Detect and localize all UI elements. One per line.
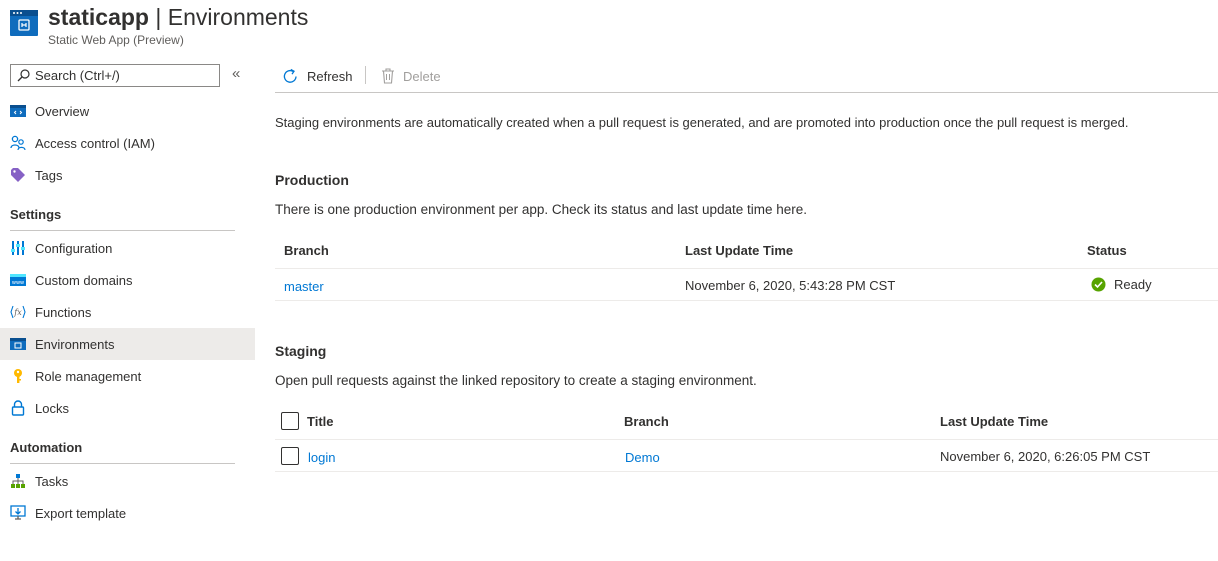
sidebar-item-locks[interactable]: Locks: [0, 392, 255, 424]
blade-title: Environments: [167, 4, 309, 30]
staging-branch-link[interactable]: Demo: [625, 450, 660, 465]
sidebar-item-access-control[interactable]: Access control (IAM): [0, 127, 255, 159]
sidebar-item-label: Tasks: [35, 474, 69, 489]
sidebar-divider: [10, 463, 235, 464]
status-label: Ready: [1114, 277, 1152, 292]
refresh-button[interactable]: Refresh: [282, 65, 353, 87]
sidebar-item-label: Functions: [35, 305, 92, 320]
staging-heading: Staging: [275, 343, 327, 359]
sidebar-item-label: Export template: [35, 506, 127, 521]
app-name: staticapp: [48, 4, 149, 30]
production-description: There is one production environment per …: [275, 202, 808, 217]
delete-label: Delete: [403, 68, 441, 84]
sidebar-item-label: Role management: [35, 369, 142, 384]
trash-icon: [382, 68, 394, 84]
delete-button[interactable]: Delete: [381, 65, 441, 87]
sidebar-item-functions[interactable]: fx Functions: [0, 296, 255, 328]
key-icon: [10, 368, 26, 384]
sidebar-item-label: Configuration: [35, 241, 113, 256]
sidebar-item-environments[interactable]: Environments: [0, 328, 255, 360]
search-icon: [17, 69, 30, 82]
column-header-branch: Branch: [624, 414, 669, 429]
staging-title-link[interactable]: login: [308, 450, 335, 465]
title-separator: |: [148, 4, 168, 30]
production-last-update: November 6, 2020, 5:43:28 PM CST: [685, 278, 896, 293]
export-template-icon: [10, 505, 26, 521]
column-header-status: Status: [1087, 243, 1127, 258]
sidebar-item-label: Locks: [35, 401, 69, 416]
sidebar-item-label: Environments: [35, 337, 115, 352]
sidebar-item-configuration[interactable]: Configuration: [0, 232, 255, 264]
page-description: Staging environments are automatically c…: [275, 115, 1129, 130]
tasks-icon: [10, 473, 26, 489]
sidebar-item-overview[interactable]: Overview: [0, 95, 255, 127]
column-header-branch: Branch: [284, 243, 329, 258]
column-header-last-update: Last Update Time: [685, 243, 794, 258]
refresh-label: Refresh: [307, 68, 353, 84]
row-checkbox[interactable]: [281, 447, 299, 465]
collapse-sidebar-icon[interactable]: «: [232, 66, 246, 82]
sidebar-item-export-template[interactable]: Export template: [0, 497, 255, 529]
production-branch-link[interactable]: master: [284, 279, 324, 294]
svg-text:www: www: [12, 280, 24, 286]
www-icon: www: [10, 272, 26, 288]
resource-type-subtitle: Static Web App (Preview): [48, 33, 184, 47]
search-input[interactable]: [35, 68, 205, 83]
status-badge: Ready: [1091, 277, 1152, 292]
tag-icon: [10, 167, 26, 183]
command-bar: Refresh Delete: [275, 59, 1218, 93]
table-divider: [275, 268, 1218, 269]
table-divider: [275, 300, 1218, 301]
select-all-checkbox[interactable]: [281, 412, 299, 430]
people-icon: [10, 135, 26, 151]
sidebar-item-label: Custom domains: [35, 273, 133, 288]
table-divider: [275, 439, 1218, 440]
svg-text:fx: fx: [13, 308, 22, 317]
sidebar-item-role-management[interactable]: Role management: [0, 360, 255, 392]
production-heading: Production: [275, 172, 349, 188]
lock-icon: [10, 400, 26, 416]
static-web-app-icon: [10, 10, 38, 36]
sidebar-item-custom-domains[interactable]: www Custom domains: [0, 264, 255, 296]
sidebar-divider: [10, 230, 235, 231]
toolbar-separator: [365, 66, 366, 84]
sidebar-item-tags[interactable]: Tags: [0, 159, 255, 191]
sidebar-item-label: Overview: [35, 104, 90, 119]
sidebar-item-label: Tags: [35, 168, 63, 183]
sidebar-item-label: Access control (IAM): [35, 136, 155, 151]
sidebar-section-automation: Automation: [10, 440, 83, 455]
sliders-icon: [10, 240, 26, 256]
environments-icon: [10, 336, 26, 352]
check-circle-icon: [1091, 277, 1106, 292]
staging-last-update: November 6, 2020, 6:26:05 PM CST: [940, 449, 1151, 464]
column-header-title: Title: [307, 414, 334, 429]
overview-icon: [10, 103, 26, 119]
staging-description: Open pull requests against the linked re…: [275, 373, 757, 388]
page-title: staticapp | Environments: [48, 3, 308, 31]
sidebar-section-settings: Settings: [10, 207, 62, 222]
function-icon: fx: [10, 304, 26, 320]
column-header-last-update: Last Update Time: [940, 414, 1049, 429]
refresh-icon: [283, 68, 297, 83]
search-box[interactable]: [10, 64, 220, 87]
sidebar-item-tasks[interactable]: Tasks: [0, 465, 255, 497]
table-divider: [275, 471, 1218, 472]
